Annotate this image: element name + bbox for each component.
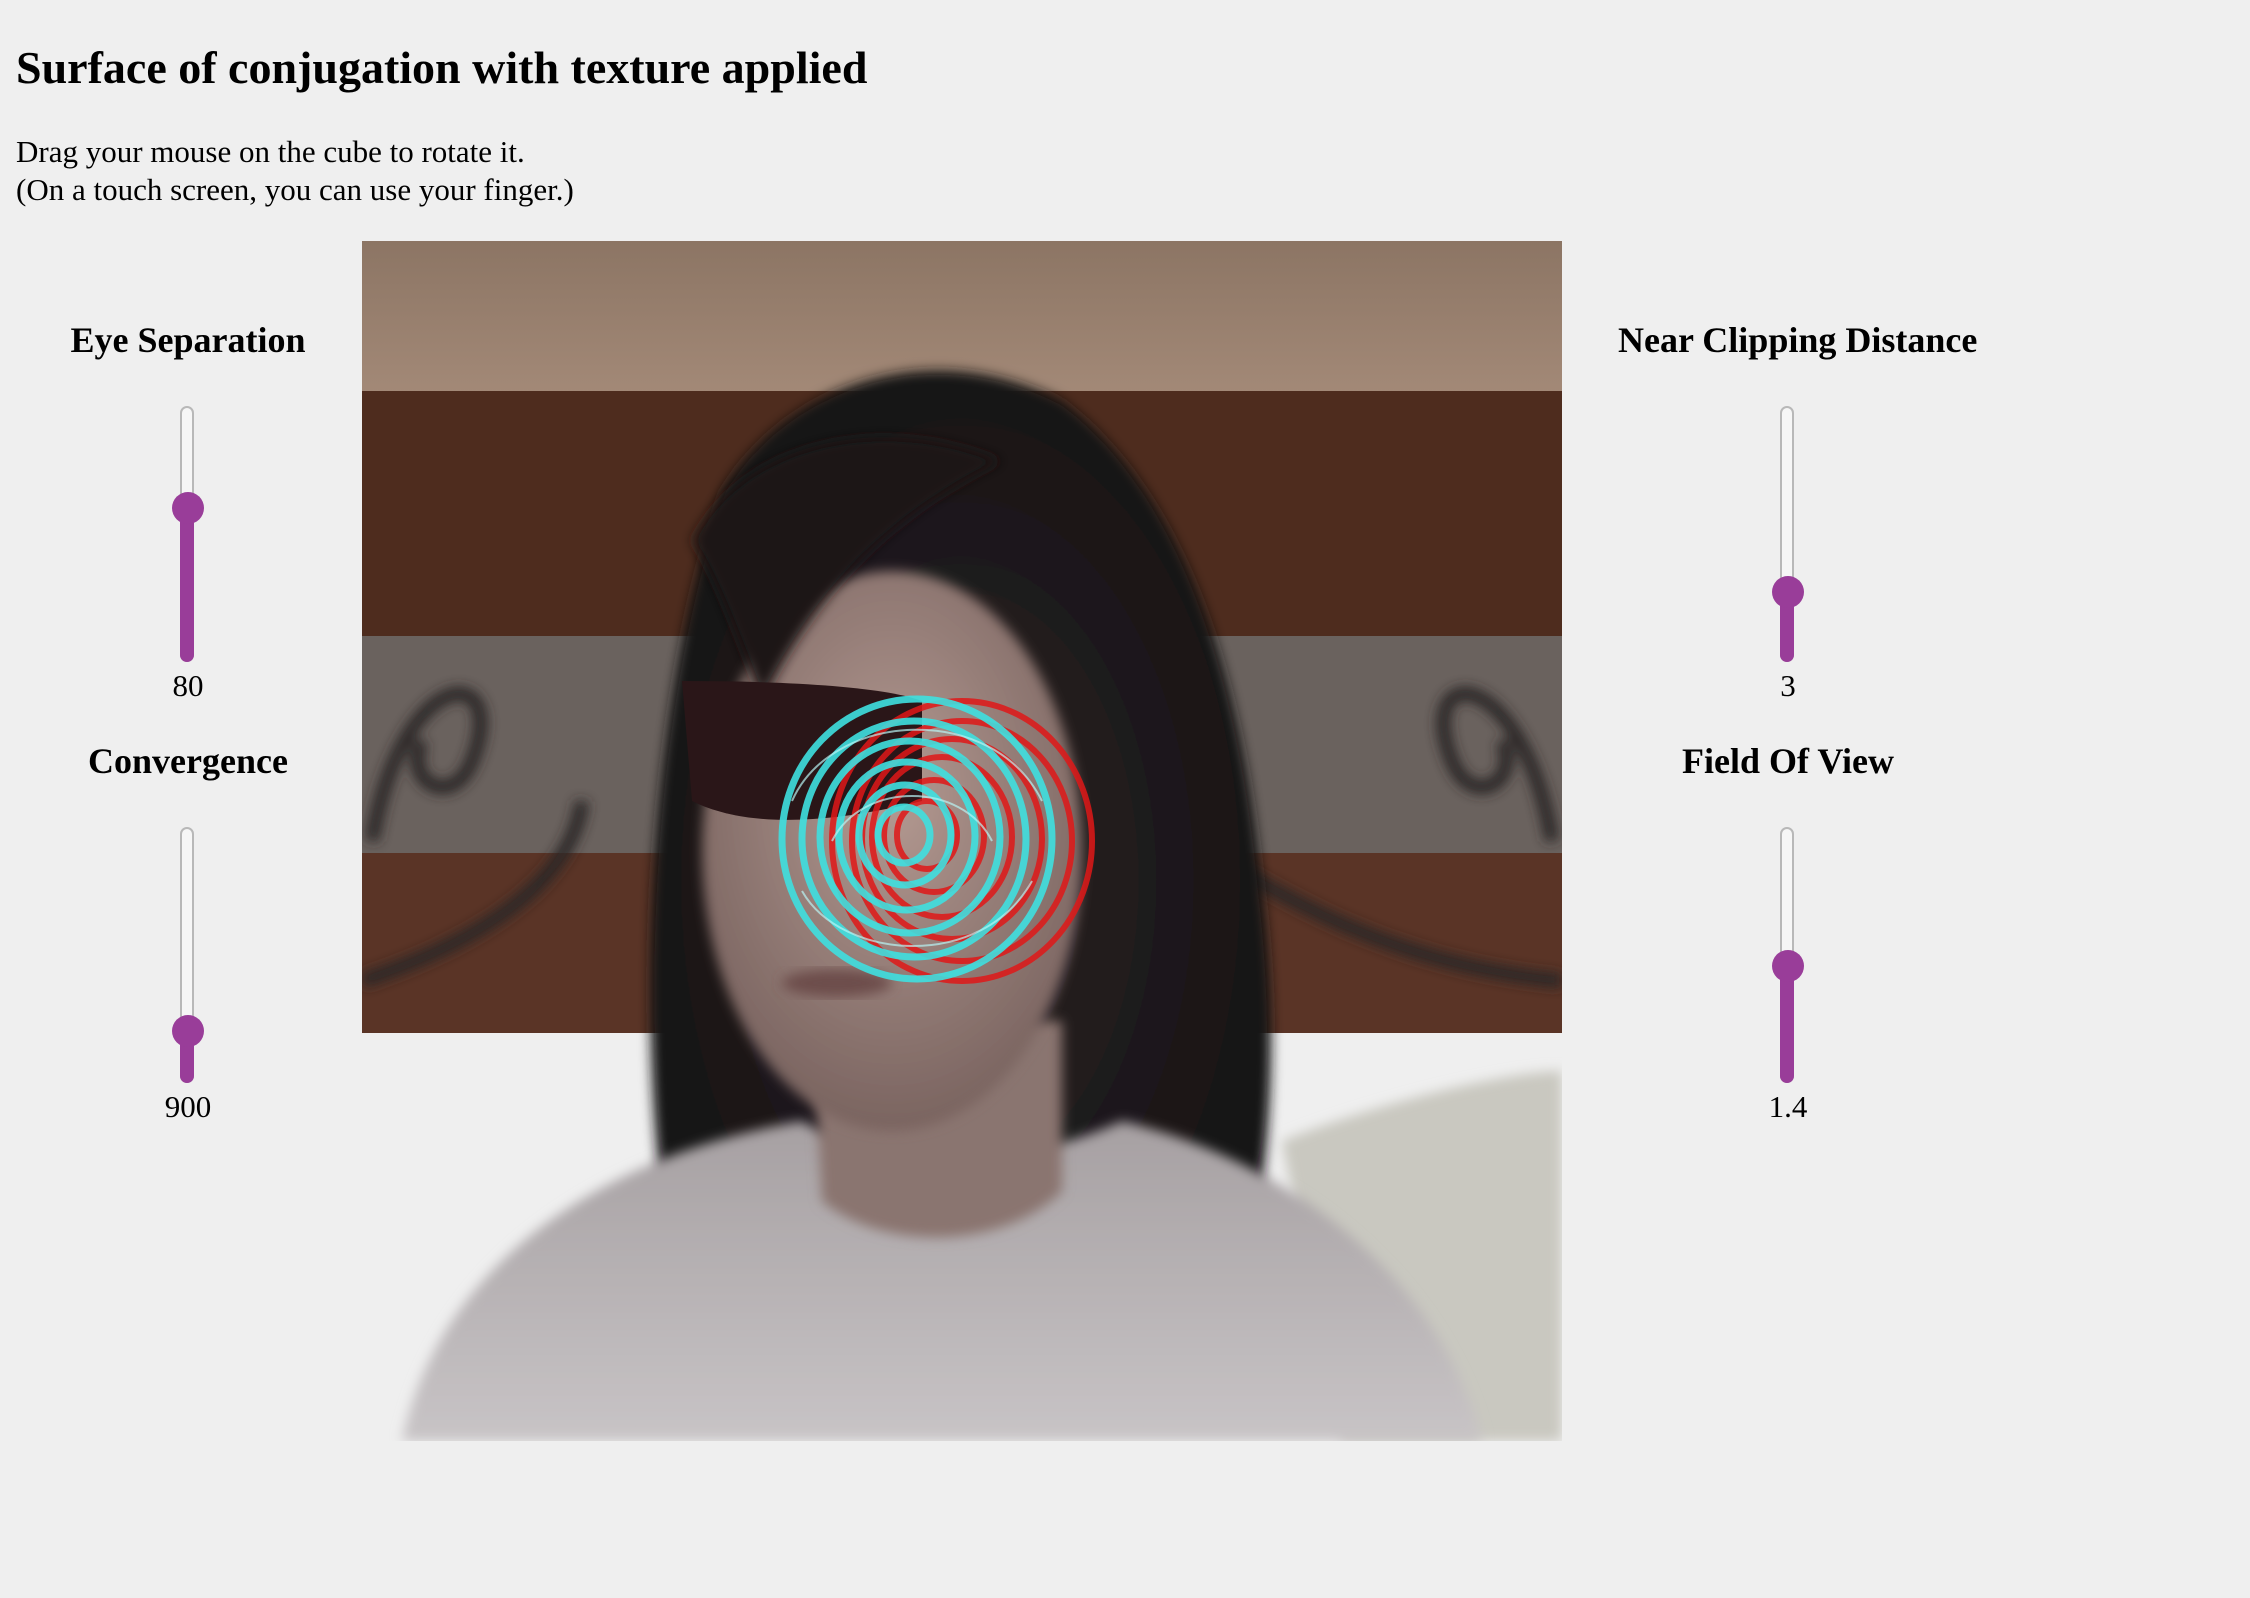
slider-thumb[interactable] [172,492,204,525]
slider-thumb[interactable] [1772,949,1804,982]
eye-separation-value: 80 [172,668,204,703]
near-clipping-control: Near Clipping Distance 3 [1618,318,1978,704]
field-of-view-label: Field Of View [1682,741,1894,781]
convergence-control: Convergence 900 [18,739,358,1125]
instruction-line-touch: (On a touch screen, you can use your fin… [16,172,574,207]
near-clipping-slider[interactable] [1768,406,1808,666]
instructions: Drag your mouse on the cube to rotate it… [16,133,574,209]
convergence-slider[interactable] [168,827,208,1087]
convergence-label: Convergence [88,741,288,781]
near-clipping-value: 3 [1780,668,1796,703]
eye-separation-label: Eye Separation [70,320,306,360]
eye-separation-slider[interactable] [168,406,208,666]
page-title: Surface of conjugation with texture appl… [16,42,868,93]
eye-separation-control: Eye Separation 80 [18,318,358,704]
webcam-texture-scene [362,241,1562,1441]
convergence-value: 900 [164,1089,212,1124]
field-of-view-control: Field Of View 1.4 [1618,739,1958,1125]
slider-fill [1780,965,1794,1083]
field-of-view-value: 1.4 [1768,1089,1808,1124]
near-clipping-label: Near Clipping Distance [1618,320,1978,360]
3d-canvas[interactable] [362,241,1562,1441]
field-of-view-slider[interactable] [1768,827,1808,1087]
instruction-line-drag: Drag your mouse on the cube to rotate it… [16,134,525,169]
slider-thumb[interactable] [172,1014,204,1047]
slider-fill [180,508,194,662]
slider-thumb[interactable] [1772,576,1804,609]
